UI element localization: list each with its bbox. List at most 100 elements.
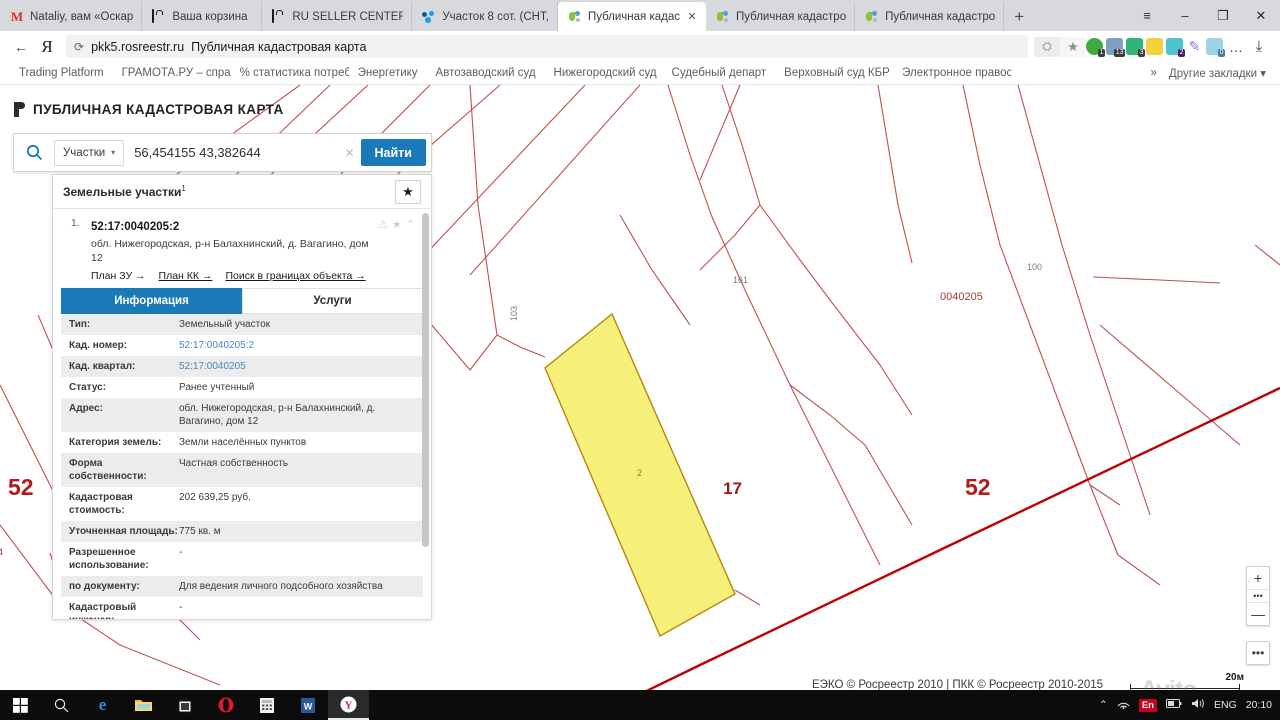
warning-icon[interactable]: ⚠ — [378, 218, 388, 231]
detail-row: Адрес: обл. Нижегородская, р-н Балахнинск… — [61, 398, 423, 433]
window-restore-button[interactable]: ❐ — [1204, 0, 1242, 31]
search-in-bounds-link[interactable]: Поиск в границах объекта → — [225, 270, 365, 282]
yandex-browser-icon[interactable]: Y — [328, 690, 369, 720]
plan-zu-link[interactable]: План ЗУ → — [91, 270, 146, 282]
detail-value[interactable]: 52:17:0040205:2 — [179, 339, 423, 352]
start-button[interactable] — [0, 690, 41, 720]
bookmark-item[interactable]: Trading Platform — [10, 67, 113, 79]
zoom-in-button[interactable]: + — [1247, 567, 1269, 589]
window-close-button[interactable]: ✕ — [1242, 0, 1280, 31]
address-bar[interactable]: ⟳ pkk5.rosreestr.ru Публичная кадастрова… — [66, 35, 1028, 58]
downloads-icon[interactable]: ⤓ — [1246, 34, 1272, 60]
other-bookmarks-button[interactable]: Другие закладки ▾ — [1169, 66, 1266, 80]
new-tab-button[interactable]: + — [1004, 2, 1034, 31]
zoom-slider-handle[interactable]: ••• — [1247, 590, 1269, 602]
edge-icon[interactable]: e — [82, 690, 123, 720]
favorites-button[interactable]: ★ — [395, 179, 421, 204]
detail-value: - — [179, 547, 183, 559]
shield-icon[interactable]: ⛭ — [1034, 36, 1060, 57]
bookmarks-overflow: » Другие закладки ▾ — [1151, 66, 1271, 80]
bookmark-item[interactable]: % статистика потреб — [231, 67, 349, 79]
volume-icon[interactable] — [1191, 698, 1205, 712]
browser-tab[interactable]: Публичная кадастро — [855, 2, 1005, 31]
battery-icon[interactable] — [1165, 699, 1182, 711]
search-category-select[interactable]: Участки ▾ — [54, 139, 125, 166]
browser-tab-active[interactable]: Публичная кадас ✕ — [557, 2, 706, 31]
plan-kk-link[interactable]: План КК → — [159, 270, 213, 282]
detail-tabs: Информация Услуги — [61, 288, 423, 315]
search-icon[interactable] — [41, 690, 82, 720]
detail-key: Кадастровая стоимость: — [69, 492, 133, 517]
back-icon[interactable]: ← — [8, 34, 34, 60]
clear-search-icon[interactable]: ✕ — [339, 146, 361, 160]
result-item[interactable]: 1. 52:17:0040205:2 обл. Нижегородская, р… — [53, 209, 431, 282]
detail-key: Статус: — [69, 382, 107, 394]
results-scrollbar[interactable] — [422, 213, 429, 547]
star-icon[interactable]: ★ — [392, 218, 402, 231]
cursor-extension-icon[interactable] — [1146, 38, 1163, 55]
yandex-logo-icon[interactable]: Я — [34, 34, 60, 60]
bookmark-item[interactable]: Нижегородский суд — [545, 67, 663, 79]
search-category-label: Участки — [63, 146, 106, 159]
search-input[interactable] — [124, 145, 339, 160]
shield-extension-icon[interactable]: 3 — [1126, 38, 1145, 57]
bookmarks-chevron-icon[interactable]: » — [1151, 67, 1157, 79]
word-icon[interactable]: W — [287, 690, 328, 720]
browser-tab[interactable]: M Nataliy, вам «Оскар — [0, 2, 143, 31]
clock[interactable]: 20:10 — [1246, 699, 1272, 711]
tab-close-icon[interactable]: ✕ — [686, 10, 698, 23]
detail-key: Категория земель: — [69, 437, 162, 449]
bookmark-item[interactable]: Автозаводский суд — [427, 67, 545, 79]
detail-key: Разрешенное использование: — [69, 547, 149, 572]
detail-value: 775 кв. м — [179, 526, 221, 538]
network-icon[interactable] — [1117, 698, 1130, 712]
window-minimize-button[interactable]: – — [1166, 0, 1204, 31]
svg-text:W: W — [303, 701, 312, 711]
shop-bag-icon — [272, 8, 286, 24]
ghost-extension-icon[interactable]: 2 — [1166, 38, 1185, 57]
browser-tab[interactable]: Ваша корзина — [142, 2, 263, 31]
bookmark-star-icon[interactable]: ★ — [1060, 36, 1086, 57]
pen-extension-icon[interactable]: ✎ — [1186, 38, 1203, 55]
bookmark-item[interactable]: Электронное правос — [893, 67, 1011, 79]
map-options-button[interactable]: ••• — [1246, 641, 1270, 665]
detail-value: Земельный участок — [179, 319, 271, 331]
shop-bag-icon — [152, 8, 166, 24]
language-indicator[interactable]: ENG — [1214, 699, 1237, 711]
extension-overflow-icon[interactable]: … — [1226, 34, 1246, 60]
calculator-icon[interactable] — [246, 690, 287, 720]
green-circle-extension-icon[interactable]: 1 — [1086, 38, 1105, 57]
mail-extension-icon[interactable]: 13 — [1106, 38, 1125, 57]
browser-tab[interactable]: Участок 8 сот. (СНТ, — [412, 2, 558, 31]
result-item-index: 1. — [71, 217, 80, 229]
cloud-extension-icon[interactable]: 0 — [1206, 38, 1225, 57]
chevron-up-icon[interactable]: ⌃ — [406, 218, 415, 231]
detail-value[interactable]: 52:17:0040205 — [179, 360, 423, 373]
pkk-icon — [716, 10, 730, 24]
reload-icon[interactable]: ⟳ — [74, 40, 84, 54]
zoom-out-button[interactable]: — — [1247, 603, 1269, 625]
tab-services[interactable]: Услуги — [242, 288, 423, 315]
search-icon[interactable] — [14, 144, 54, 161]
browser-tab[interactable]: RU SELLER CENTER — [262, 2, 413, 31]
detail-row: Разрешенное использование: - — [61, 542, 423, 576]
tray-chevron-icon[interactable]: ⌃ — [1099, 699, 1108, 711]
file-explorer-icon[interactable] — [123, 690, 164, 720]
store-icon[interactable] — [164, 690, 205, 720]
bookmark-item[interactable]: ГРАМОТА.РУ – справ — [113, 67, 231, 79]
browser-tab[interactable]: Публичная кадастро — [705, 2, 856, 31]
detail-key: Уточненная площадь: — [69, 526, 178, 538]
bookmark-item[interactable]: Энергетику — [349, 67, 427, 79]
map-label: 17 — [723, 479, 742, 498]
bookmark-item[interactable]: Судебный департ — [663, 67, 776, 79]
detail-row: по документу: Для ведения личного подсобн… — [61, 576, 423, 598]
find-button[interactable]: Найти — [360, 139, 426, 166]
opera-icon[interactable] — [205, 690, 246, 720]
bookmark-item[interactable]: Верховный суд КБР — [775, 67, 893, 79]
detail-key: Кадастровый инженер: — [69, 602, 137, 619]
tab-information[interactable]: Информация — [61, 288, 242, 315]
search-results-panel: Земельные участки1 ★ 1. 52:17:0040205:2 … — [52, 174, 432, 620]
browser-menu-icon[interactable]: ≡ — [1128, 0, 1166, 31]
keyboard-layout-badge[interactable]: En — [1138, 698, 1157, 712]
rosreestr-logo-icon — [14, 102, 25, 117]
